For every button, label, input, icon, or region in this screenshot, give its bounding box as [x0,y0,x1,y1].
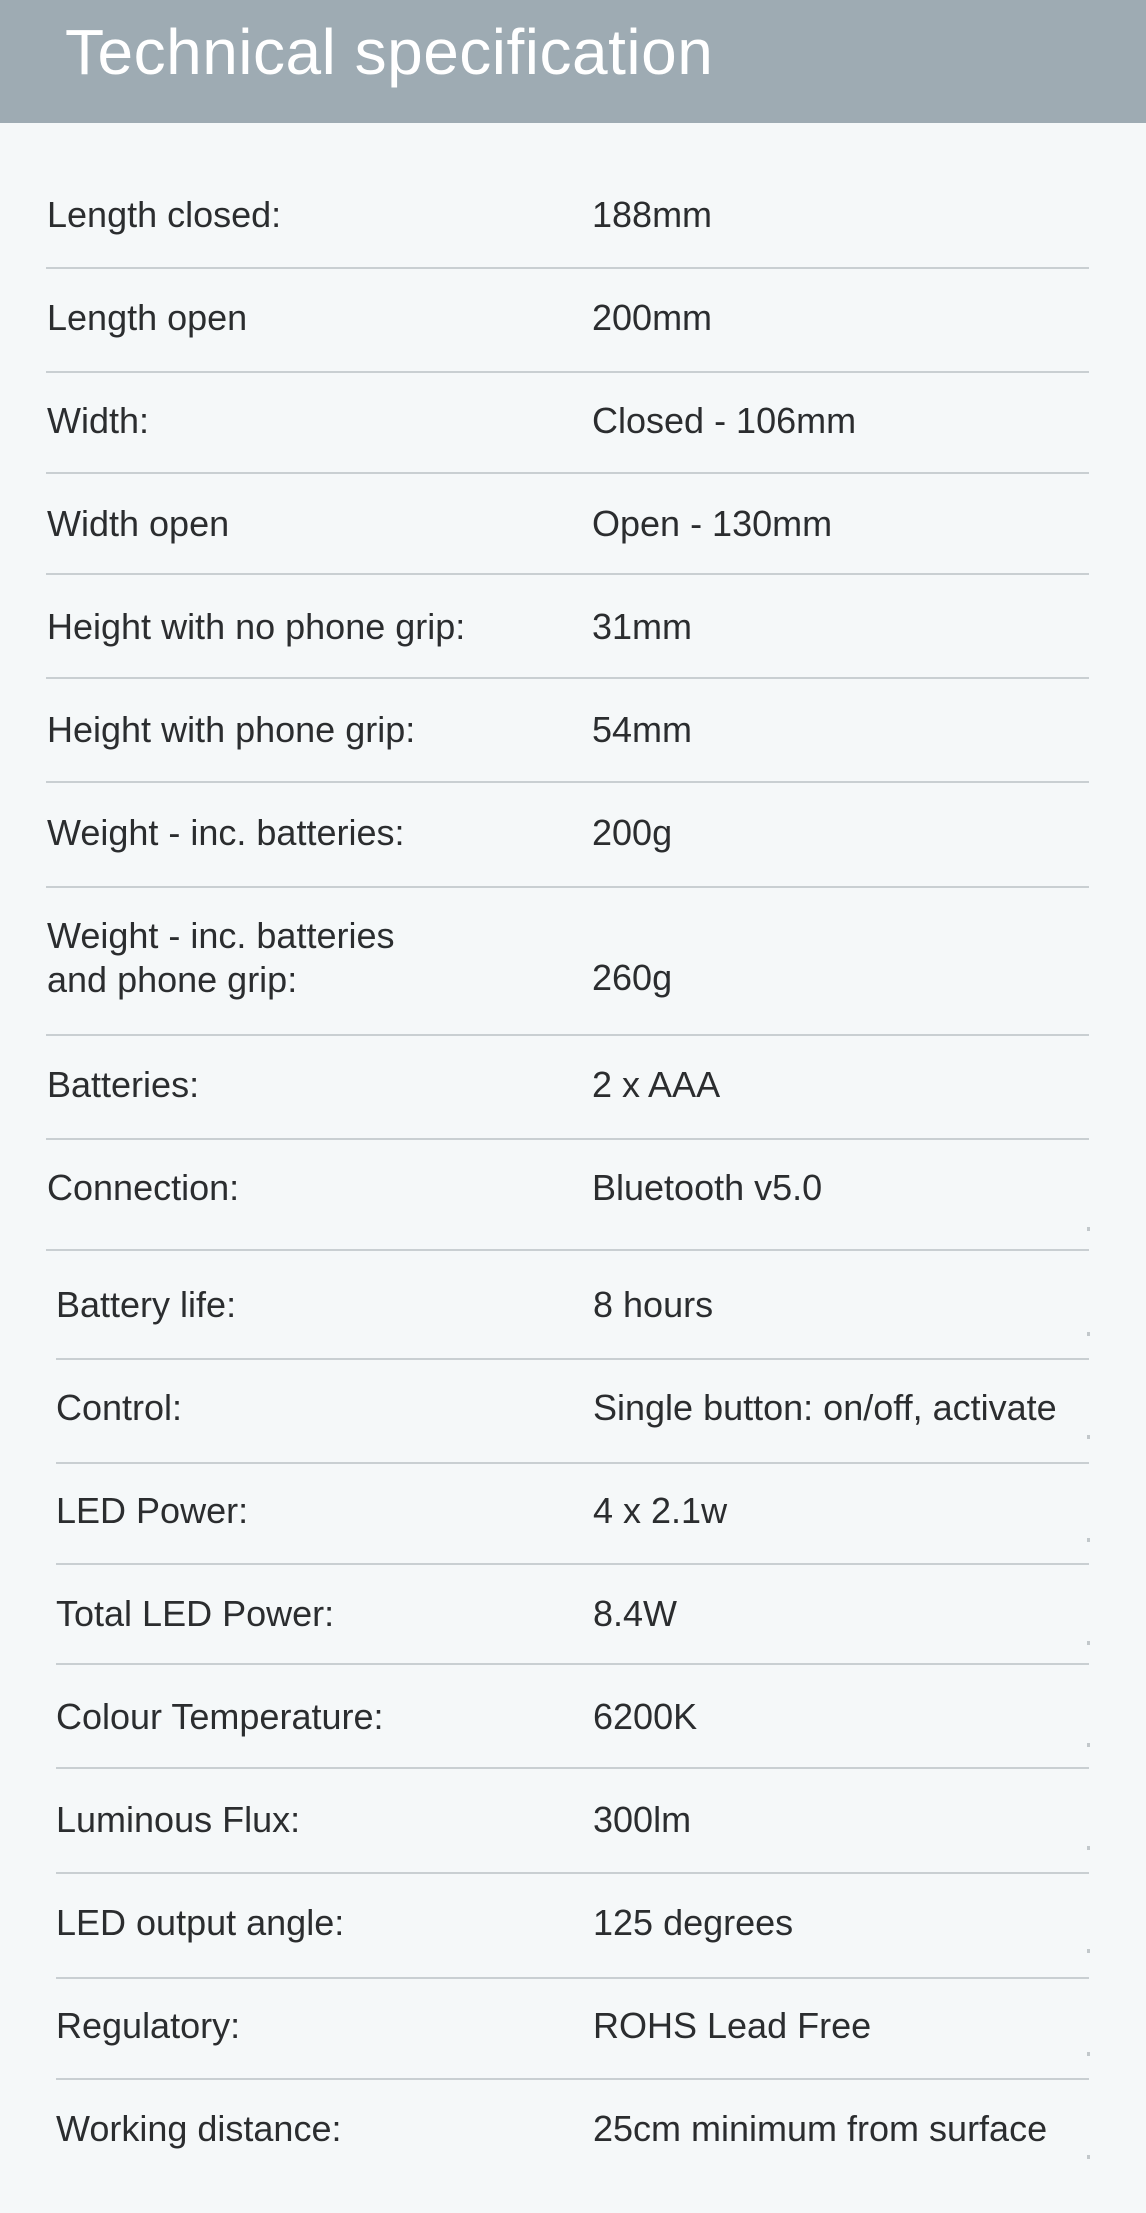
edge-mark [1087,1641,1090,1645]
row-divider [56,1563,1089,1565]
row-divider [56,1872,1089,1874]
row-divider [46,1034,1089,1036]
spec-value: Single button: on/off, activate [593,1387,1057,1428]
spec-label: Batteries: [47,1064,200,1105]
spec-value: 260g [592,957,673,998]
spec-value: 8.4W [593,1593,678,1634]
row-divider [56,1767,1089,1769]
page-title: Technical specification [65,16,714,88]
edge-mark [1087,1743,1090,1747]
edge-mark [1087,1435,1090,1439]
spec-value: 2 x AAA [592,1064,721,1105]
spec-label: Height with phone grip: [47,709,416,750]
spec-value: 25cm minimum from surface [593,2108,1048,2149]
spec-label: Weight - inc. batteries: [47,812,405,853]
spec-value: 54mm [592,709,693,750]
spec-value: Closed - 106mm [592,400,857,441]
spec-label: Connection: [47,1167,240,1208]
spec-label: Total LED Power: [56,1593,335,1634]
edge-mark [1087,1227,1090,1231]
row-divider [46,267,1089,269]
edge-mark [1087,1949,1090,1953]
spec-label: Width: [47,400,150,441]
page-header: Technical specification [0,0,1146,123]
row-divider [46,1249,1089,1251]
row-divider [56,2078,1089,2080]
edge-mark [1087,1332,1090,1336]
row-divider [56,1358,1089,1360]
spec-value: ROHS Lead Free [593,2005,872,2046]
spec-label: LED Power: [56,1490,249,1531]
spec-value: 125 degrees [593,1902,794,1943]
spec-label: Width open [47,503,230,544]
row-divider [46,1138,1089,1140]
spec-value: 6200K [593,1696,698,1737]
spec-label: Length open [47,297,248,338]
spec-value: Bluetooth v5.0 [592,1167,823,1208]
spec-value: 4 x 2.1w [593,1490,728,1531]
spec-value: Open - 130mm [592,503,833,544]
row-divider [46,472,1089,474]
row-divider [46,677,1089,679]
edge-mark [1087,2155,1090,2159]
spec-value: 300lm [593,1799,692,1840]
row-divider [46,371,1089,373]
spec-label: Weight - inc. batteries and phone grip: [47,915,395,1000]
spec-value: 188mm [592,194,713,235]
spec-label: Regulatory: [56,2005,241,2046]
spec-label: Working distance: [56,2108,342,2149]
row-divider [46,573,1089,575]
row-divider [46,781,1089,783]
edge-mark [1087,1538,1090,1542]
spec-value: 8 hours [593,1284,714,1325]
spec-label: Length closed: [47,194,282,235]
edge-mark [1087,1846,1090,1850]
spec-value: 31mm [592,606,693,647]
spec-value: 200mm [592,297,713,338]
edge-mark [1087,2052,1090,2056]
spec-label: Luminous Flux: [56,1799,301,1840]
spec-label: Battery life: [56,1284,237,1325]
spec-label: Colour Temperature: [56,1696,384,1737]
row-divider [56,1462,1089,1464]
row-divider [46,886,1089,888]
spec-label: Control: [56,1387,183,1428]
spec-label: LED output angle: [56,1902,345,1943]
row-divider [56,1977,1089,1979]
spec-label: Height with no phone grip: [47,606,466,647]
row-divider [56,1663,1089,1665]
spec-value: 200g [592,812,673,853]
